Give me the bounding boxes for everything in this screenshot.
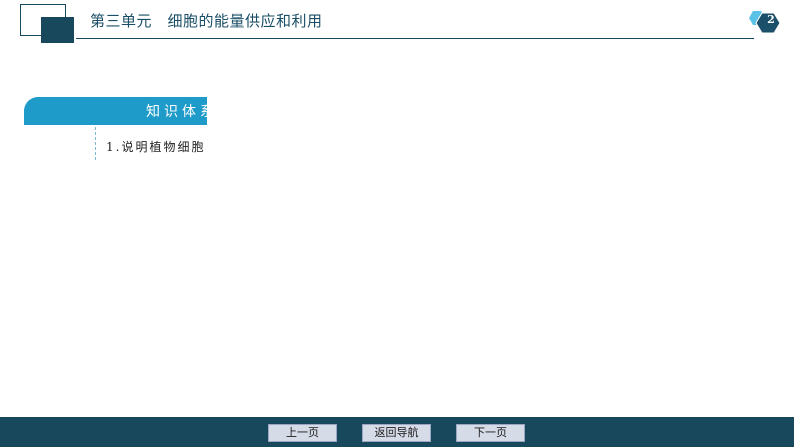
unit-title: 第三单元 细胞的能量供应和利用 — [90, 12, 323, 30]
section-tab: 知识体系 — [24, 97, 207, 125]
page-number: 2 — [767, 13, 775, 26]
footer-nav-bar: 上一页 返回导航 下一页 — [0, 417, 794, 447]
prev-page-button[interactable]: 上一页 — [268, 424, 337, 442]
dashed-guide-line — [95, 127, 96, 160]
next-page-button[interactable]: 下一页 — [456, 424, 525, 442]
header-divider — [76, 38, 754, 39]
section-tab-label: 知识体系 — [146, 104, 207, 120]
section-body-text: 1.说明植物细胞 — [106, 140, 206, 154]
return-nav-button[interactable]: 返回导航 — [362, 424, 431, 442]
header-decoration-block — [41, 17, 74, 43]
